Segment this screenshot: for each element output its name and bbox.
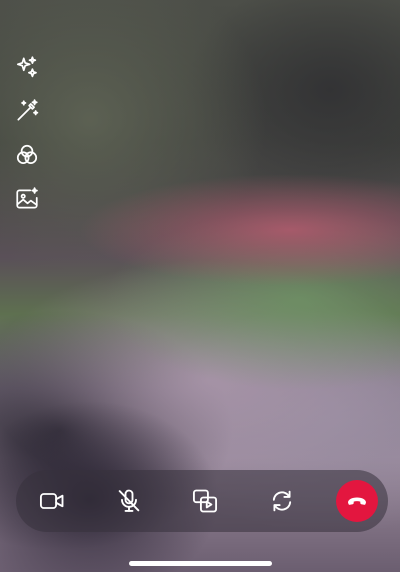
microphone-muted-icon	[118, 489, 139, 512]
end-call-icon	[348, 497, 366, 505]
screen-share-button[interactable]	[183, 479, 227, 523]
flip-camera-icon	[272, 490, 291, 512]
home-indicator[interactable]	[129, 561, 272, 566]
microphone-toggle-button[interactable]	[107, 479, 151, 523]
effects-background-button[interactable]	[12, 184, 42, 214]
filters-icon	[16, 144, 38, 164]
call-control-bar	[16, 470, 388, 532]
effects-magic-wand-button[interactable]	[12, 96, 42, 126]
sparkles-icon	[16, 56, 37, 78]
effects-sparkles-button[interactable]	[12, 52, 42, 82]
background-image-icon	[16, 187, 38, 209]
effects-filters-button[interactable]	[12, 140, 42, 170]
camera-toggle-button[interactable]	[30, 479, 74, 523]
end-call-button[interactable]	[336, 480, 378, 522]
screen-share-icon	[192, 489, 218, 513]
flip-camera-button[interactable]	[260, 479, 304, 523]
video-camera-icon	[39, 493, 64, 509]
effects-toolbar	[12, 52, 42, 214]
magic-wand-icon	[17, 99, 39, 121]
